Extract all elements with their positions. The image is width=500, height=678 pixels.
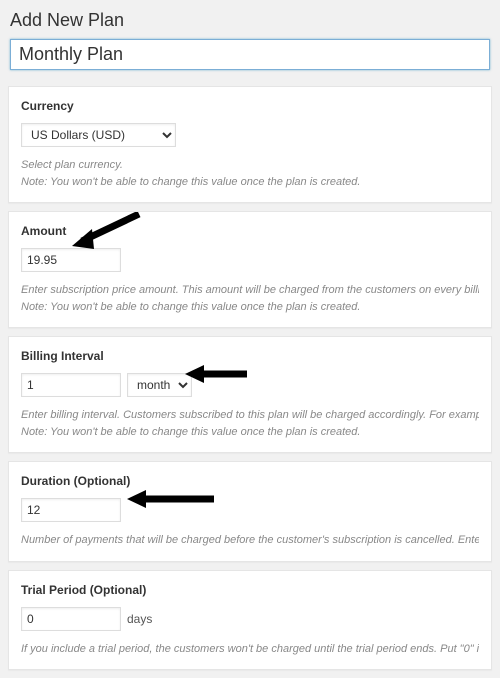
interval-label: Billing Interval — [21, 349, 479, 363]
interval-hint-1: Enter billing interval. Customers subscr… — [21, 407, 479, 424]
currency-select[interactable]: US Dollars (USD) — [21, 123, 176, 147]
page-header: Add New Plan — [0, 0, 500, 78]
duration-label: Duration (Optional) — [21, 474, 479, 488]
amount-input[interactable] — [21, 248, 121, 272]
amount-hint-1: Enter subscription price amount. This am… — [21, 282, 479, 299]
interval-hint-2: Note: You won't be able to change this v… — [21, 424, 479, 441]
trial-input[interactable] — [21, 607, 121, 631]
duration-section: Duration (Optional) Number of payments t… — [8, 461, 492, 562]
currency-label: Currency — [21, 99, 479, 113]
amount-hint-2: Note: You won't be able to change this v… — [21, 299, 479, 316]
amount-section: Amount Enter subscription price amount. … — [8, 211, 492, 328]
trial-hint-1: If you include a trial period, the custo… — [21, 641, 479, 658]
amount-label: Amount — [21, 224, 479, 238]
trial-section: Trial Period (Optional) days If you incl… — [8, 570, 492, 671]
duration-hint-1: Number of payments that will be charged … — [21, 532, 479, 549]
plan-name-input[interactable] — [10, 39, 490, 70]
duration-input[interactable] — [21, 498, 121, 522]
currency-hint-2: Note: You won't be able to change this v… — [21, 174, 479, 191]
interval-section: Billing Interval months Enter billing in… — [8, 336, 492, 453]
currency-hint-1: Select plan currency. — [21, 157, 479, 174]
interval-value-input[interactable] — [21, 373, 121, 397]
trial-label: Trial Period (Optional) — [21, 583, 479, 597]
page-title: Add New Plan — [10, 10, 490, 31]
interval-unit-select[interactable]: months — [127, 373, 192, 397]
currency-section: Currency US Dollars (USD) Select plan cu… — [8, 86, 492, 203]
trial-unit-label: days — [127, 612, 152, 626]
